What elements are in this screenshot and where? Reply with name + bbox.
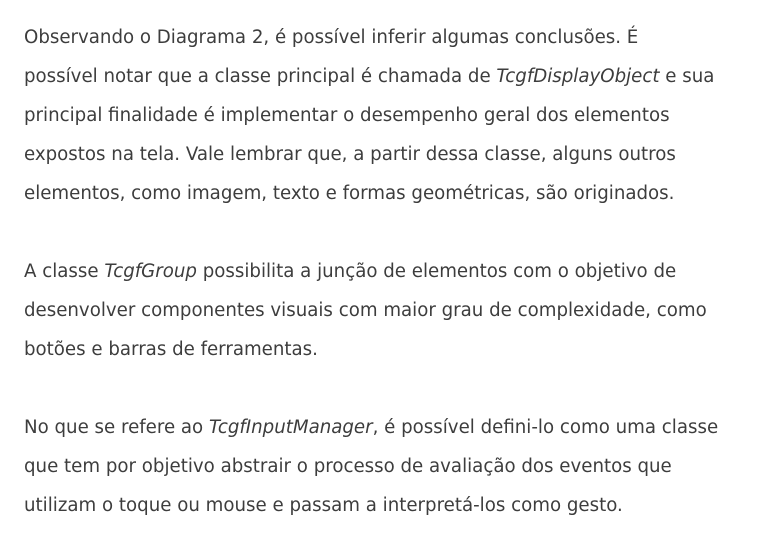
text-segment: elementos, como imagem, texto e formas g… (24, 183, 675, 204)
text-segment: principal finalidade é implementar o des… (24, 105, 670, 126)
text-segment: utilizam o toque ou mouse e passam a int… (24, 495, 623, 516)
text-segment: botões e barras de ferramentas. (24, 339, 318, 360)
class-name-input-manager: TcgfInputManager (208, 417, 373, 438)
paragraph-input-manager: No que se refere ao TcgfInputManager, é … (24, 408, 764, 525)
class-name-group: TcgfGroup (104, 261, 197, 282)
class-name-display-object: TcgfDisplayObject (496, 66, 660, 87)
article-body: Observando o Diagrama 2, é possível infe… (24, 18, 764, 525)
text-segment: desenvolver componentes visuais com maio… (24, 300, 707, 321)
text-segment: , é possível defini-lo como uma classe (372, 417, 719, 438)
text-segment: e sua (659, 66, 715, 87)
text-segment: A classe (24, 261, 105, 282)
text-segment: que tem por objetivo abstrair o processo… (24, 456, 672, 477)
paragraph-diagram-conclusions: Observando o Diagrama 2, é possível infe… (24, 18, 764, 213)
text-segment: possibilita a junção de elementos com o … (196, 261, 677, 282)
text-segment: possível notar que a classe principal é … (24, 66, 497, 87)
text-segment: expostos na tela. Vale lembrar que, a pa… (24, 144, 676, 165)
paragraph-group-class: A classe TcgfGroup possibilita a junção … (24, 252, 764, 369)
text-segment: Observando o Diagrama 2, é possível infe… (24, 27, 639, 48)
text-segment: No que se refere ao (24, 417, 209, 438)
